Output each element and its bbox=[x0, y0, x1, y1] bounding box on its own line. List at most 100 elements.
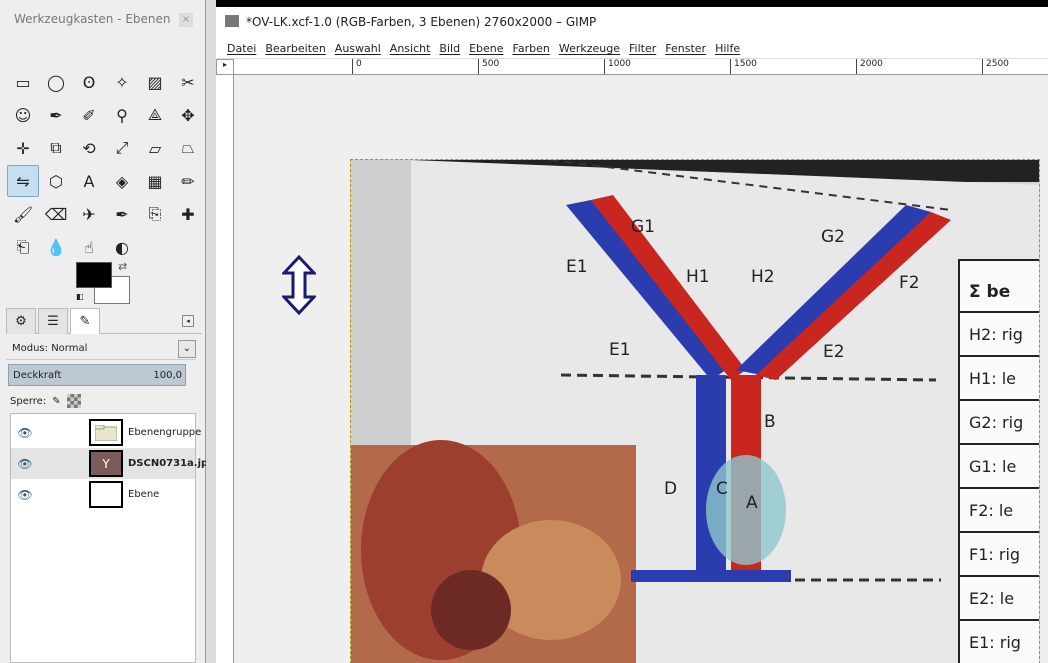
layer-thumbnail: Y bbox=[89, 450, 123, 477]
tool-fuzzy-select-icon[interactable]: ✧ bbox=[106, 66, 138, 98]
tool-eraser-icon[interactable]: ⌫ bbox=[40, 198, 72, 230]
table-row-text: F1: rig bbox=[969, 545, 1020, 564]
tool-dodge-burn-icon[interactable]: ◐ bbox=[106, 231, 138, 263]
tool-pencil-icon[interactable]: ✏ bbox=[172, 165, 204, 197]
visibility-eye-icon[interactable]: 👁 bbox=[11, 457, 39, 471]
tool-measure-icon[interactable]: ⟁ bbox=[139, 99, 171, 131]
ruler-tick: 2000 bbox=[856, 59, 883, 74]
label-b: B bbox=[764, 412, 776, 432]
ruler-corner[interactable]: ▸ bbox=[216, 59, 234, 75]
tab-layers[interactable]: ☰ bbox=[38, 308, 68, 334]
visibility-eye-icon[interactable]: 👁 bbox=[11, 426, 39, 440]
mode-dropdown-button[interactable]: ⌄ bbox=[178, 340, 196, 358]
visibility-eye-icon[interactable]: 👁 bbox=[11, 488, 39, 502]
tool-free-select-icon[interactable]: ʘ bbox=[73, 66, 105, 98]
menu-auswahl[interactable]: Auswahl bbox=[332, 37, 387, 58]
layers-list: 👁 Ebenengruppe 👁 Y DSCN0731a.jp 👁 Ebene bbox=[10, 413, 208, 663]
toolbox-window: Werkzeugkasten - Ebenen × ▭ ◯ ʘ ✧ ▨ ✂ ☺ ✒ ✐ ⚲ ⟁ ✥ ✛ ⧉… bbox=[0, 0, 208, 663]
foreground-color[interactable] bbox=[76, 262, 112, 288]
folder-icon bbox=[95, 424, 117, 441]
tool-crop-icon[interactable]: ⧉ bbox=[40, 132, 72, 164]
swap-colors-icon[interactable]: ⇄ bbox=[118, 260, 127, 273]
tool-bucket-fill-icon[interactable]: ◈ bbox=[106, 165, 138, 197]
table-row-text: G1: le bbox=[969, 457, 1016, 476]
menu-ansicht[interactable]: Ansicht bbox=[387, 37, 437, 58]
menubar: Datei Bearbeiten Auswahl Ansicht Bild Ebene Fa… bbox=[216, 37, 1048, 59]
tool-align-icon[interactable]: ✛ bbox=[7, 132, 39, 164]
panel-menu-icon[interactable]: ◂ bbox=[182, 315, 194, 327]
canvas-area[interactable]: E1 G1 H1 H2 G2 F2 E1 E2 D C B A Σ be H2:… bbox=[234, 75, 1048, 663]
layer-row[interactable]: 👁 Y DSCN0731a.jp bbox=[11, 448, 208, 479]
label-e1: E1 bbox=[566, 257, 588, 277]
tool-color-picker-icon[interactable]: ✐ bbox=[73, 99, 105, 131]
image-canvas[interactable]: E1 G1 H1 H2 G2 F2 E1 E2 D C B A Σ be H2:… bbox=[350, 159, 1040, 663]
photo-thumb-icon: Y bbox=[102, 456, 110, 471]
label-h2: H2 bbox=[751, 267, 775, 287]
label-f2: F2 bbox=[899, 273, 920, 293]
opacity-slider[interactable]: Deckkraft 100,0 bbox=[8, 364, 186, 386]
table-row-text: H2: rig bbox=[969, 325, 1023, 344]
menu-bearbeiten[interactable]: Bearbeiten bbox=[262, 37, 331, 58]
tool-options-icon: ⚙ bbox=[15, 314, 27, 329]
ruler-tick: 0 bbox=[352, 59, 362, 74]
toolbox-title: Werkzeugkasten - Ebenen × bbox=[0, 0, 205, 34]
tool-smudge-icon[interactable]: ☝ bbox=[73, 231, 105, 263]
table-header: Σ be bbox=[969, 282, 1010, 302]
tool-rotate-icon[interactable]: ⟲ bbox=[73, 132, 105, 164]
lock-pixels-icon[interactable]: ✎ bbox=[52, 396, 60, 407]
tool-shear-icon[interactable]: ▱ bbox=[139, 132, 171, 164]
layer-row[interactable]: 👁 Ebenengruppe bbox=[11, 417, 201, 448]
tool-clone-icon[interactable]: ⎘ bbox=[139, 198, 171, 230]
table-row-text: H1: le bbox=[969, 369, 1016, 388]
tool-scale-icon[interactable]: ⤢ bbox=[106, 132, 138, 164]
tool-airbrush-icon[interactable]: ✈ bbox=[73, 198, 105, 230]
tool-paintbrush-icon[interactable]: 🖌 bbox=[7, 198, 39, 230]
tool-scissors-select-icon[interactable]: ✂ bbox=[172, 66, 204, 98]
label-d: D bbox=[664, 479, 677, 499]
tool-perspective-icon[interactable]: ⏢ bbox=[172, 132, 204, 164]
tool-heal-icon[interactable]: ✚ bbox=[172, 198, 204, 230]
menu-fenster[interactable]: Fenster bbox=[662, 37, 712, 58]
menu-bild[interactable]: Bild bbox=[436, 37, 466, 58]
reset-colors-icon[interactable]: ◧ bbox=[76, 292, 86, 302]
tool-cage-transform-icon[interactable]: ⬡ bbox=[40, 165, 72, 197]
resize-cursor-icon bbox=[282, 255, 316, 315]
tool-text-icon[interactable]: A bbox=[73, 165, 105, 197]
label-c: C bbox=[716, 479, 728, 499]
tool-ink-icon[interactable]: ✒ bbox=[106, 198, 138, 230]
tool-move-icon[interactable]: ✥ bbox=[172, 99, 204, 131]
tool-paths-icon[interactable]: ✒ bbox=[40, 99, 72, 131]
tool-blur-icon[interactable]: 💧 bbox=[40, 231, 72, 263]
tool-zoom-icon[interactable]: ⚲ bbox=[106, 99, 138, 131]
window-title: *OV-LK.xcf-1.0 (RGB-Farben, 3 Ebenen) 27… bbox=[246, 15, 597, 29]
tool-rect-select-icon[interactable]: ▭ bbox=[7, 66, 39, 98]
top-ruler[interactable]: 0 500 1000 1500 2000 2500 bbox=[234, 59, 1048, 75]
lock-alpha-icon[interactable] bbox=[66, 394, 81, 408]
ruler-tick: 500 bbox=[478, 59, 499, 74]
menu-hilfe[interactable]: Hilfe bbox=[712, 37, 746, 58]
tool-color-select-icon[interactable]: ▨ bbox=[139, 66, 171, 98]
lock-row: Sperre: ✎ bbox=[10, 394, 81, 408]
tab-paths[interactable]: ✎ bbox=[70, 308, 100, 334]
tool-flip-icon[interactable]: ⇋ bbox=[7, 165, 39, 197]
photo-content: E1 G1 H1 H2 G2 F2 E1 E2 D C B A Σ be H2:… bbox=[351, 160, 1039, 663]
menu-farben[interactable]: Farben bbox=[510, 37, 556, 58]
ruler-tick: 1500 bbox=[730, 59, 757, 74]
menu-ebene[interactable]: Ebene bbox=[466, 37, 509, 58]
tool-perspective-clone-icon[interactable]: ⎗ bbox=[7, 231, 39, 263]
menu-filter[interactable]: Filter bbox=[626, 37, 662, 58]
close-icon[interactable]: × bbox=[179, 13, 193, 27]
layer-row[interactable]: 👁 Ebene bbox=[11, 479, 195, 510]
menu-datei[interactable]: Datei bbox=[224, 37, 262, 58]
mode-row: Modus: Normal ⌄ bbox=[6, 338, 196, 360]
tool-blend-icon[interactable]: ▦ bbox=[139, 165, 171, 197]
menu-werkzeuge[interactable]: Werkzeuge bbox=[556, 37, 626, 58]
table-row-text: G2: rig bbox=[969, 413, 1023, 432]
left-ruler[interactable] bbox=[216, 75, 234, 663]
opacity-value: 100,0 bbox=[153, 370, 182, 381]
window-gap bbox=[206, 0, 216, 663]
tab-tool-options[interactable]: ⚙ bbox=[6, 308, 36, 334]
toolbox-title-text: Werkzeugkasten - Ebenen bbox=[14, 12, 171, 26]
tool-ellipse-select-icon[interactable]: ◯ bbox=[40, 66, 72, 98]
tool-foreground-select-icon[interactable]: ☺ bbox=[7, 99, 39, 131]
